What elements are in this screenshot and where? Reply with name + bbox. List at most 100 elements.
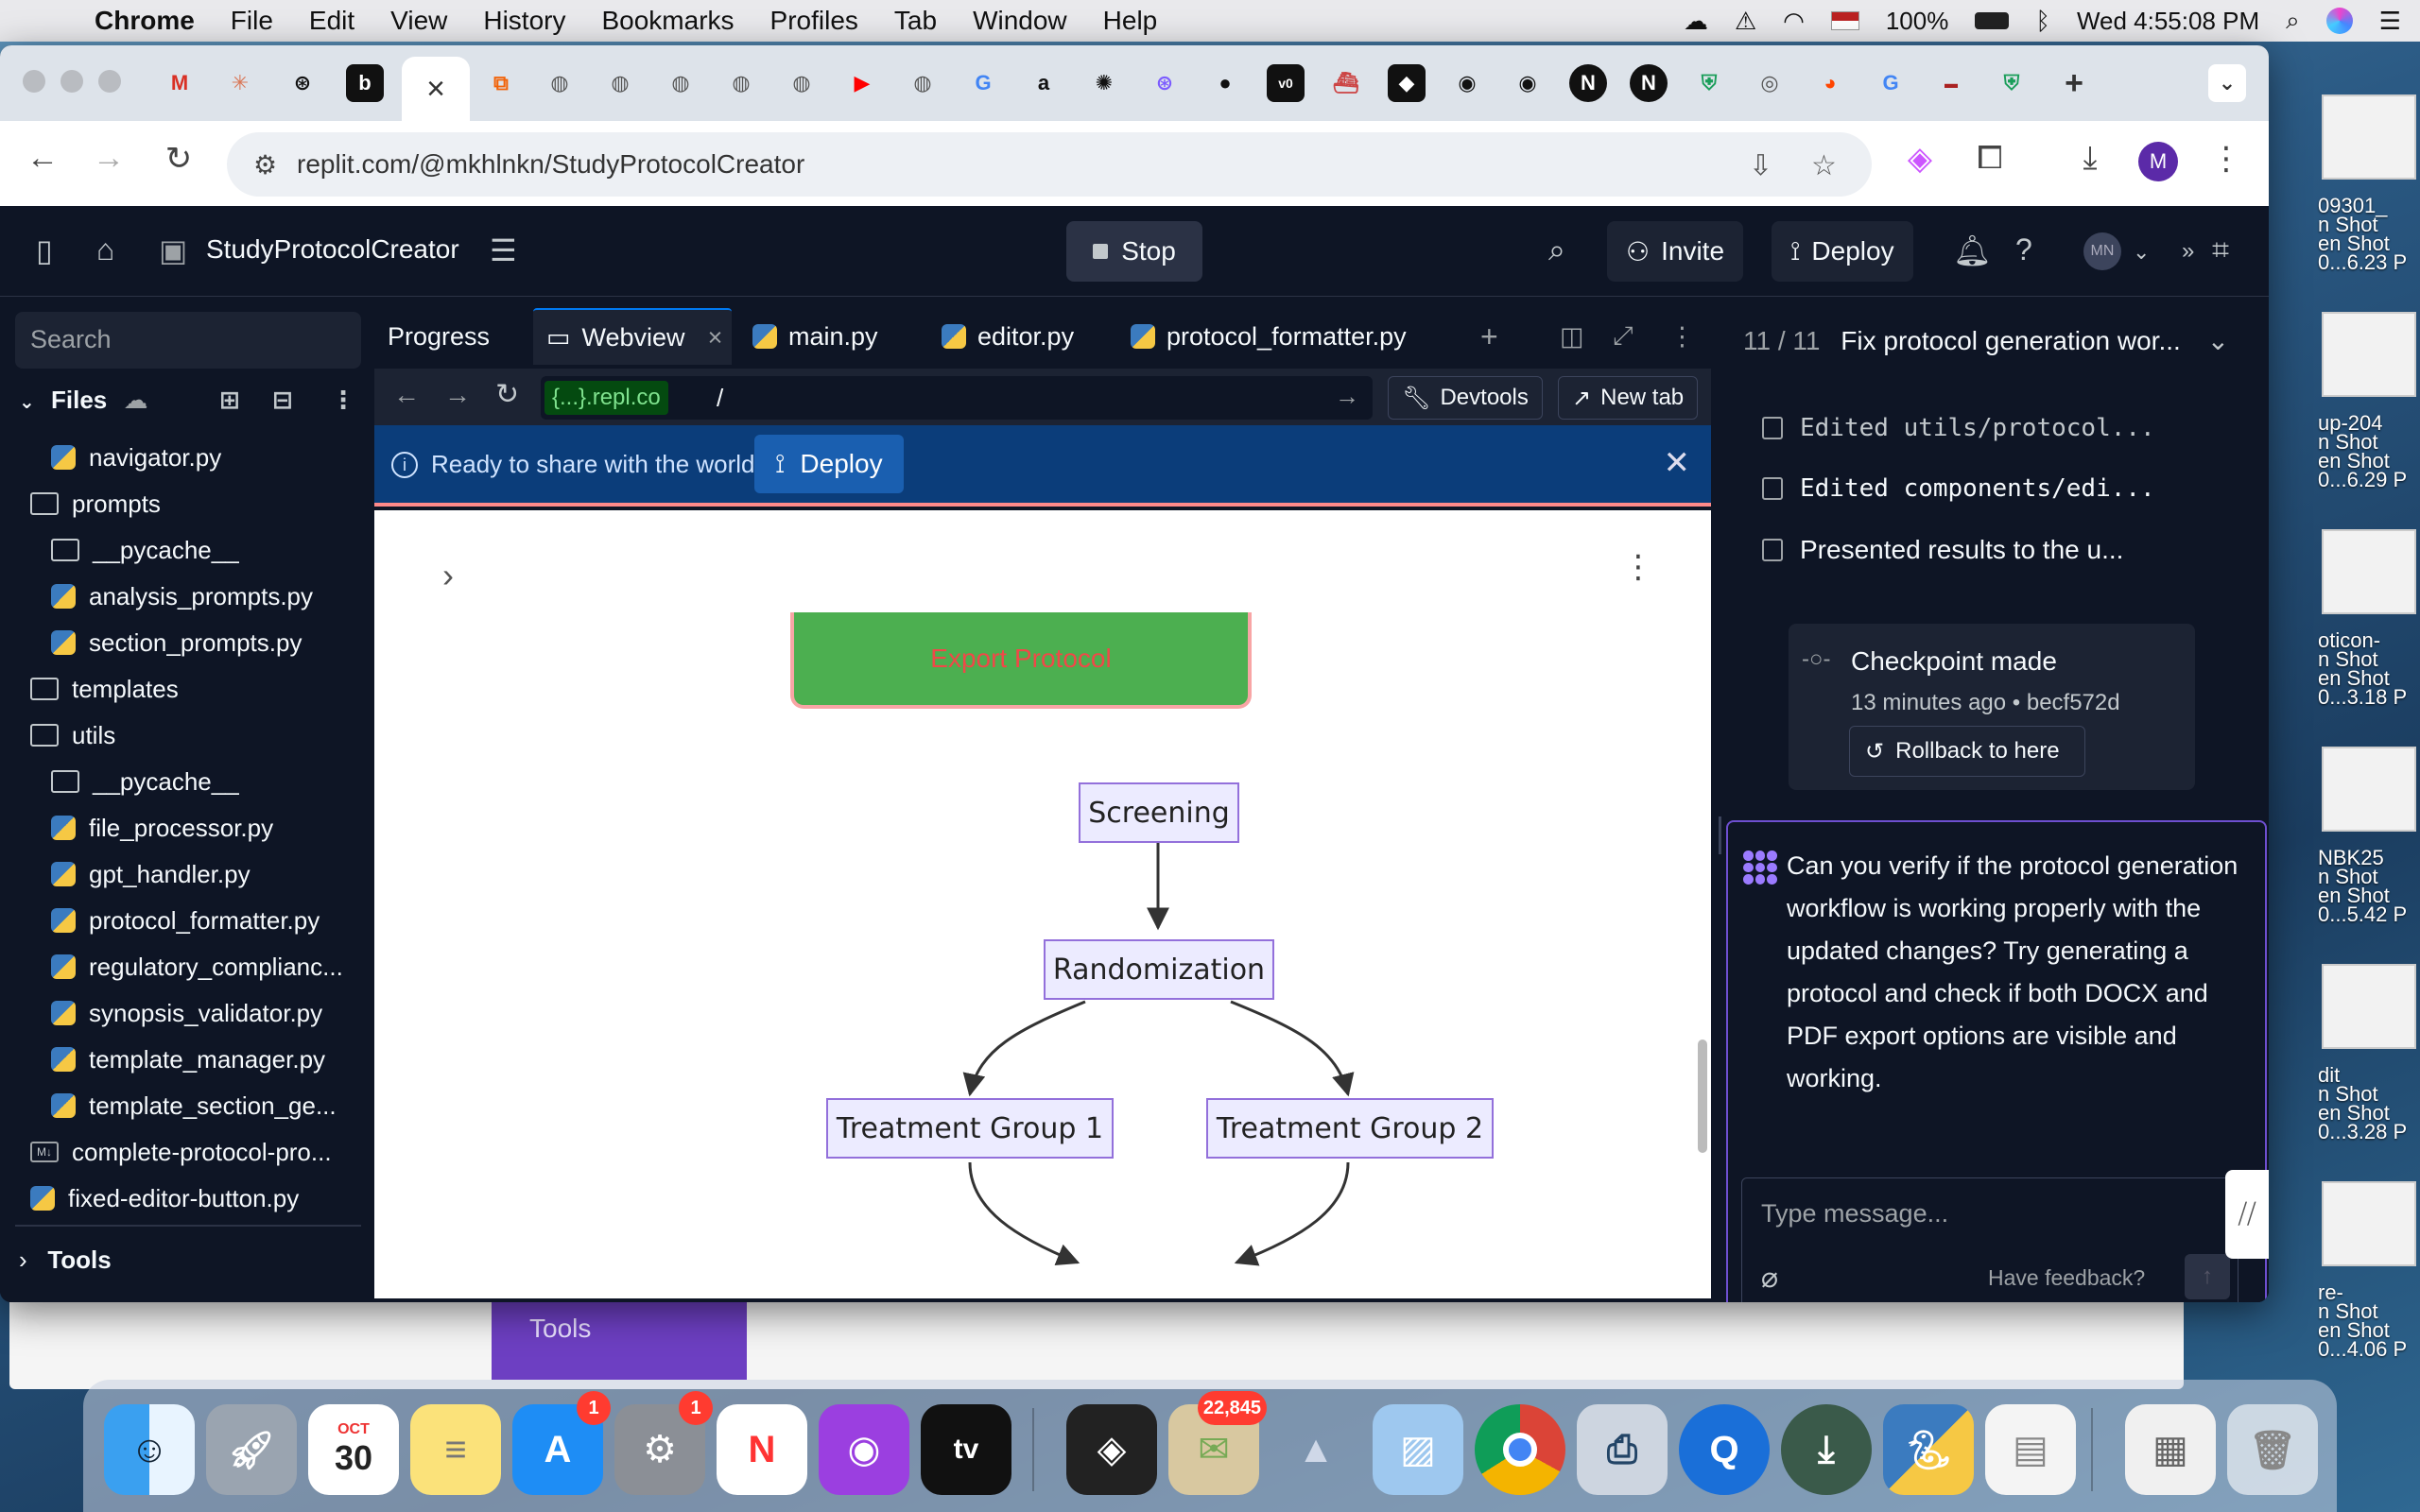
menu-tab[interactable]: Tab — [894, 6, 937, 36]
file-item[interactable]: gpt_handler.py — [51, 851, 251, 897]
file-item[interactable]: regulatory_complianc... — [51, 944, 343, 989]
tab-webview[interactable]: ▭ Webview × — [533, 308, 732, 365]
menu-view[interactable]: View — [390, 6, 447, 36]
control-center-icon[interactable]: ☰ — [2379, 7, 2401, 36]
launchpad-rocket-icon[interactable]: 🚀︎ — [206, 1404, 297, 1495]
go-arrow-icon[interactable]: → — [1335, 382, 1359, 411]
alert-icon[interactable]: ⚠ — [1735, 7, 1756, 36]
menu-bookmarks[interactable]: Bookmarks — [601, 6, 734, 36]
rollback-button[interactable]: ↺ Rollback to here — [1849, 726, 2085, 777]
webview-path[interactable]: / — [717, 384, 723, 413]
new-folder-icon[interactable]: ⊟ — [272, 386, 293, 415]
globe-tab-icon[interactable]: ◍ — [783, 64, 821, 102]
amazon-tab-icon[interactable]: a — [1025, 64, 1063, 102]
close-window-button[interactable] — [23, 70, 45, 93]
zoom-window-button[interactable] — [98, 70, 121, 93]
menu-app-name[interactable]: Chrome — [95, 6, 195, 36]
cursor-tab-icon[interactable]: ◆ — [1388, 64, 1426, 102]
send-arrow-icon[interactable]: ↑ — [2185, 1254, 2230, 1299]
menu-help[interactable]: Help — [1103, 6, 1158, 36]
python-launcher-icon[interactable]: 🐍︎ — [1883, 1404, 1974, 1495]
project-name[interactable]: StudyProtocolCreator — [206, 234, 459, 265]
file-item[interactable]: template_manager.py — [51, 1037, 325, 1082]
replit-tab-icon[interactable]: ⧉ — [482, 64, 520, 102]
desktop-file-thumbnail[interactable] — [2322, 964, 2416, 1049]
notes-icon[interactable]: ≡ — [410, 1404, 501, 1495]
folder-item[interactable]: prompts — [30, 481, 161, 526]
expand-icon[interactable]: ⤢ — [1613, 308, 1634, 365]
openai-tab-icon[interactable]: ⊛ — [1146, 64, 1184, 102]
desktop-file-thumbnail[interactable] — [2322, 1181, 2416, 1266]
address-bar[interactable]: ⚙ replit.com/@mkhlnkn/StudyProtocolCreat… — [227, 132, 1872, 197]
desktop-file-thumbnail[interactable] — [2322, 94, 2416, 180]
folder-item[interactable]: __pycache__ — [51, 527, 239, 573]
close-icon[interactable]: ✕ — [1664, 444, 1691, 482]
github-tab-icon[interactable]: ● — [1206, 64, 1244, 102]
claude-tab-icon[interactable]: ✳ — [221, 64, 259, 102]
minimize-window-button[interactable] — [60, 70, 83, 93]
split-pane-icon[interactable]: ◫ — [1560, 308, 1584, 365]
cloud-sync-icon[interactable]: ☁ — [1684, 7, 1708, 36]
copilot-extension-icon[interactable]: ◈ — [1896, 140, 1944, 178]
file-item[interactable]: section_prompts.py — [51, 620, 302, 665]
url-text[interactable]: replit.com/@mkhlnkn/StudyProtocolCreator — [297, 149, 804, 180]
file-item[interactable]: navigator.py — [51, 435, 221, 480]
document-icon[interactable]: ▤ — [1985, 1404, 2076, 1495]
webview-forward-icon[interactable]: → — [444, 380, 471, 410]
chrome-dock-icon[interactable] — [1475, 1404, 1565, 1495]
ship-tab-icon[interactable]: ⛴ — [1327, 64, 1365, 102]
file-item[interactable]: synopsis_validator.py — [51, 990, 322, 1036]
feedback-chat-icon[interactable]: ⌗ — [2212, 232, 2229, 268]
menu-history[interactable]: History — [483, 6, 565, 36]
menu-clock[interactable]: Wed 4:55:08 PM — [2077, 7, 2259, 36]
close-icon[interactable]: × — [708, 323, 723, 352]
news-icon[interactable]: N — [717, 1404, 807, 1495]
tab-main-py[interactable]: main.py — [752, 308, 878, 365]
flag-icon[interactable] — [1830, 11, 1859, 30]
preview-icon[interactable]: ▨ — [1373, 1404, 1463, 1495]
rocket-app-icon[interactable]: ▲ — [1270, 1404, 1361, 1495]
podcast-tab-icon[interactable]: ◉ — [1509, 64, 1547, 102]
reddit-tab-icon[interactable]: ◕ — [1811, 64, 1849, 102]
side-panel-handle-icon[interactable]: ⧸⧸ — [2225, 1170, 2269, 1259]
downloads-stack-icon[interactable]: ⤓ — [1781, 1404, 1872, 1495]
chrome-menu-icon[interactable]: ⋮ — [2203, 140, 2250, 178]
perplexity-tab-icon[interactable]: ✺ — [1085, 64, 1123, 102]
globe-tab-icon[interactable]: ◍ — [722, 64, 760, 102]
chevron-down-icon[interactable]: ⌄ — [19, 392, 35, 413]
trash-icon[interactable]: 🗑︎ — [2227, 1404, 2318, 1495]
globe-tab-icon[interactable]: ◍ — [541, 64, 579, 102]
search-icon[interactable]: ⌕ — [1548, 232, 1565, 268]
downloads-icon[interactable]: ⤓ — [2066, 140, 2114, 177]
desktop-file-thumbnail[interactable] — [2322, 312, 2416, 397]
webview-back-icon[interactable]: ← — [393, 380, 420, 410]
back-arrow-icon[interactable]: ← — [19, 140, 66, 177]
reload-icon[interactable]: ↻ — [155, 140, 202, 178]
folder-item[interactable]: templates — [30, 666, 179, 712]
feedback-link[interactable]: Have feedback? — [1988, 1265, 2145, 1291]
help-icon[interactable]: ? — [2015, 232, 2032, 267]
agent-task-header[interactable]: 11 / 11 Fix protocol generation wor... ⌄ — [1743, 325, 2229, 356]
shield-tab-icon[interactable]: ⛨ — [1690, 64, 1728, 102]
pane-menu-icon[interactable]: ⋮ — [1669, 308, 1695, 365]
pane-resize-handle[interactable] — [1719, 816, 1721, 854]
vercel-tab-icon[interactable]: v0 — [1267, 64, 1305, 102]
add-tab-plus-icon[interactable]: + — [1480, 308, 1498, 365]
system-settings-gear-icon[interactable]: ⚙ 1 — [614, 1391, 713, 1495]
apple-tv-icon[interactable]: tv — [921, 1404, 1011, 1495]
wifi-icon[interactable]: ◠ — [1783, 7, 1805, 36]
shield-tab-icon[interactable]: ⛨ — [1993, 64, 2031, 102]
calendar-icon[interactable]: OCT 30 — [308, 1404, 399, 1495]
files-header[interactable]: ⌄ Files ☁ ⊞ ⊟ ⋮ — [19, 386, 359, 423]
agent-step-item[interactable]: Presented results to the u... — [1762, 535, 2123, 565]
globe-tab-icon[interactable]: ◍ — [904, 64, 942, 102]
quicktime-icon[interactable]: Q — [1679, 1404, 1770, 1495]
tools-section[interactable]: › Tools — [19, 1246, 112, 1275]
new-tab-plus-icon[interactable]: + — [2055, 64, 2093, 102]
agent-step-item[interactable]: Edited utils/protocol... — [1762, 414, 2155, 442]
active-replit-tab[interactable]: × — [402, 57, 470, 121]
forward-arrow-icon[interactable]: → — [85, 140, 132, 177]
message-placeholder[interactable]: Type message... — [1761, 1199, 1948, 1228]
google-tab-icon[interactable]: G — [1872, 64, 1910, 102]
menu-file[interactable]: File — [231, 6, 273, 36]
